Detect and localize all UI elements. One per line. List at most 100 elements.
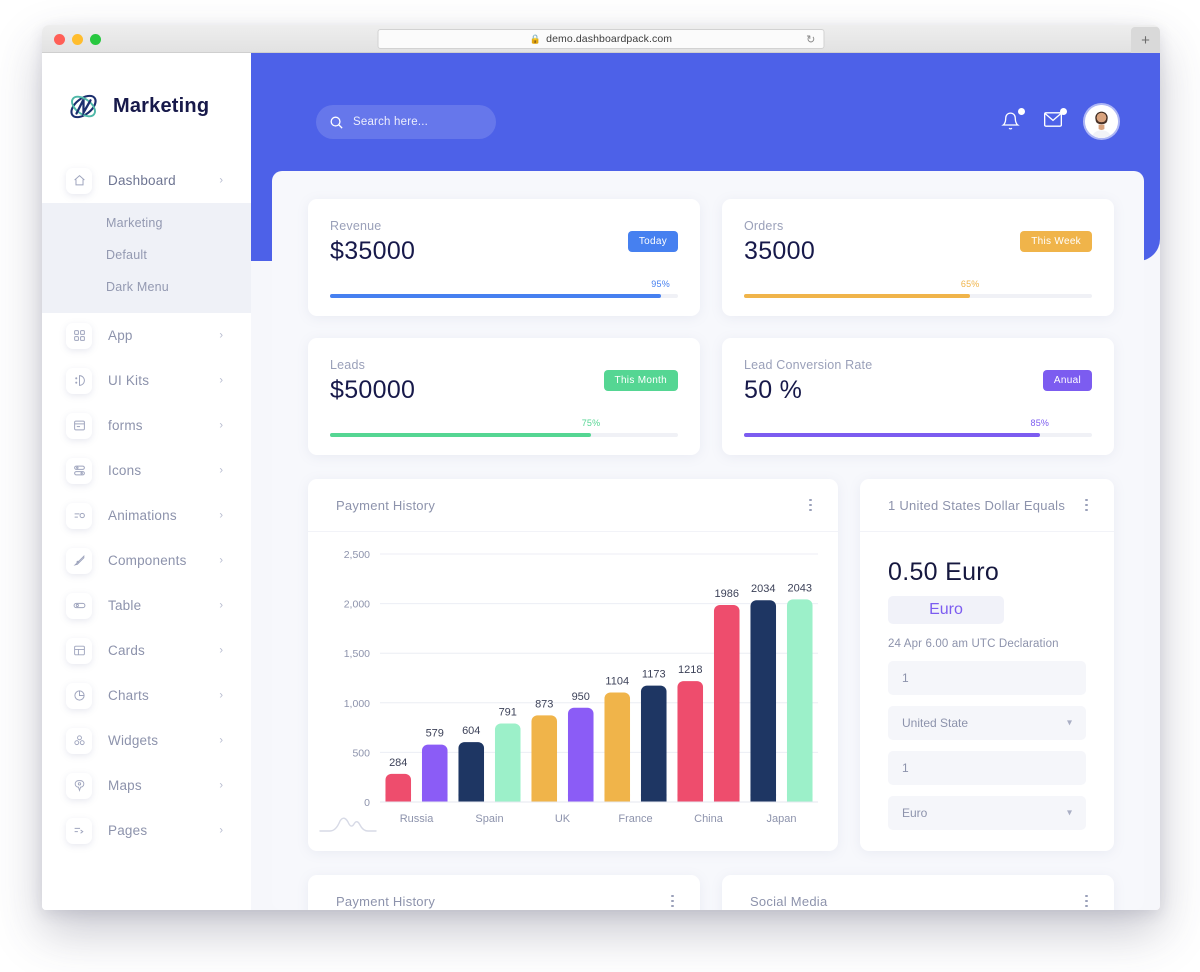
chevron-right-icon: › [219, 509, 223, 521]
kebab-menu-icon[interactable] [1081, 495, 1092, 516]
chevron-right-icon: › [219, 689, 223, 701]
bar[interactable] [421, 744, 448, 802]
sidebar-item-ui-kits[interactable]: UI Kits › [42, 358, 251, 403]
amount-from-input[interactable]: 1 [888, 661, 1086, 695]
close-window-button[interactable] [54, 34, 65, 45]
stat-row-2: Leads $50000 This Month 75% Lead Convers… [308, 338, 1114, 455]
chevron-right-icon: › [219, 824, 223, 836]
sidebar-item-label: Cards [108, 643, 146, 658]
bar[interactable] [567, 707, 594, 802]
social-media-panel: Social Media [722, 875, 1114, 910]
stat-percent-label: 75% [581, 418, 601, 428]
brand-logo-icon [70, 94, 97, 119]
bottom-panel-row: Payment History Social Media [308, 875, 1114, 910]
new-tab-button[interactable]: + [1131, 27, 1160, 53]
chevron-right-icon: › [219, 779, 223, 791]
chevron-right-icon: › [219, 174, 223, 186]
stat-value: $35000 [330, 237, 416, 265]
progress-fill [330, 294, 661, 298]
country-from-select[interactable]: United State ▾ [888, 706, 1086, 740]
chart-and-currency-row: Payment History 0 500 1,000 1,500 2,000 2,500… [308, 479, 1114, 851]
sidebar-item-forms[interactable]: forms › [42, 403, 251, 448]
notification-button[interactable] [1001, 107, 1025, 133]
sidebar-subitem-dark-menu[interactable]: Dark Menu [42, 271, 251, 303]
maximize-window-button[interactable] [90, 34, 101, 45]
sidebar-item-label: Animations [108, 508, 177, 523]
sidebar-item-animations[interactable]: Animations › [42, 493, 251, 538]
lock-icon: 🔒 [529, 33, 542, 44]
bar[interactable] [531, 715, 558, 802]
screenshot-stage: 🔒 demo.dashboardpack.com ↻ + Search here… [0, 0, 1200, 972]
sidebar-submenu-dashboard: Marketing Default Dark Menu [42, 203, 251, 313]
url-text: demo.dashboardpack.com [546, 33, 673, 45]
stat-percent-label: 85% [1030, 418, 1050, 428]
search-input[interactable]: Search here... [316, 105, 496, 139]
payment-history-panel: Payment History 0 500 1,000 1,500 2,000 2,500… [308, 479, 838, 851]
stat-period-badge[interactable]: This Month [603, 370, 678, 391]
sidebar-item-dashboard[interactable]: Dashboard › [42, 158, 251, 203]
bar[interactable] [750, 600, 777, 802]
bar-value-label: 1104 [605, 675, 629, 687]
y-axis-tick-label: 1,500 [344, 648, 370, 660]
amount-to-input[interactable]: 1 [888, 751, 1086, 785]
progress-fill [744, 294, 971, 298]
chevron-right-icon: › [219, 554, 223, 566]
bar[interactable] [713, 604, 740, 802]
sidebar-subitem-marketing[interactable]: Marketing [42, 207, 251, 239]
sidebar-item-widgets[interactable]: Widgets › [42, 718, 251, 763]
messages-button[interactable] [1043, 107, 1067, 133]
country-to-select[interactable]: Euro ▾ [888, 796, 1086, 830]
pen-icon [66, 547, 92, 574]
sidebar-item-icons[interactable]: Icons › [42, 448, 251, 493]
stat-progress: 65% [744, 279, 1092, 298]
stat-period-badge[interactable]: Anual [1042, 370, 1092, 391]
address-bar[interactable]: 🔒 demo.dashboardpack.com ↻ [377, 29, 825, 49]
sidebar-item-label: forms [108, 418, 143, 433]
kebab-menu-icon[interactable] [805, 495, 816, 516]
sidebar-item-table[interactable]: Table › [42, 583, 251, 628]
stat-card-leads: Leads $50000 This Month 75% [308, 338, 700, 455]
stat-value: 50 % [744, 376, 803, 404]
progress-track [330, 294, 678, 298]
bar-value-label: 2034 [751, 583, 775, 595]
y-axis-tick-label: 1,000 [344, 698, 370, 710]
reload-icon[interactable]: ↻ [806, 33, 815, 46]
sidebar-item-maps[interactable]: Maps › [42, 763, 251, 808]
currency-chip: Euro [888, 596, 1004, 624]
sidebar-item-cards[interactable]: Cards › [42, 628, 251, 673]
sidebar: Marketing Dashboard › Marketing Default … [42, 53, 251, 910]
sidebar-item-app[interactable]: App › [42, 313, 251, 358]
kebab-menu-icon[interactable] [1081, 891, 1092, 910]
toggle-icon [66, 592, 92, 619]
window-controls[interactable] [54, 34, 101, 45]
kebab-menu-icon[interactable] [667, 891, 678, 910]
chevron-right-icon: › [219, 419, 223, 431]
form-icon [66, 412, 92, 439]
brand[interactable]: Marketing [42, 53, 251, 124]
minimize-window-button[interactable] [72, 34, 83, 45]
sidebar-item-label: Table [108, 598, 142, 613]
sidebar-item-pages[interactable]: Pages › [42, 808, 251, 853]
stat-title: Lead Conversion Rate [744, 358, 873, 372]
x-axis-tick-label: Russia [400, 813, 435, 825]
avatar[interactable] [1085, 105, 1118, 138]
bar[interactable] [604, 692, 631, 802]
sidebar-item-components[interactable]: Components › [42, 538, 251, 583]
country-from-value: United State [902, 716, 969, 730]
bar[interactable] [677, 681, 704, 802]
sidebar-item-label: Pages [108, 823, 148, 838]
bar[interactable] [458, 742, 485, 802]
stat-period-badge[interactable]: This Week [1020, 231, 1092, 252]
bar[interactable] [786, 599, 813, 802]
chevron-down-icon: ▾ [1066, 807, 1072, 819]
conversion-rate: 0.50 Euro [888, 558, 1000, 586]
bar-value-label: 1986 [715, 588, 739, 600]
map-icon [66, 772, 92, 799]
bar[interactable] [640, 685, 667, 802]
sparkline-icon [319, 817, 377, 832]
sidebar-subitem-default[interactable]: Default [42, 239, 251, 271]
sidebar-item-charts[interactable]: Charts › [42, 673, 251, 718]
stat-period-badge[interactable]: Today [627, 231, 678, 252]
bar[interactable] [494, 723, 521, 802]
chevron-right-icon: › [219, 599, 223, 611]
